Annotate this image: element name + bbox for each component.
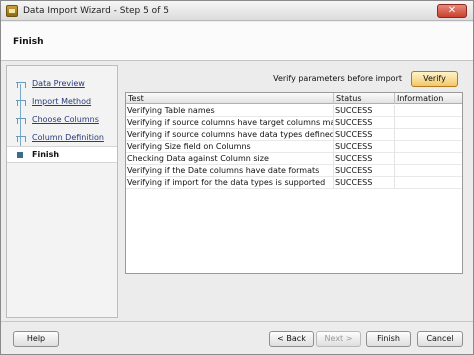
- column-header-test[interactable]: Test: [126, 93, 334, 104]
- table-header: Test Status Information: [126, 93, 462, 104]
- cell-status: SUCCESS: [334, 177, 395, 189]
- cell-status: SUCCESS: [334, 141, 395, 153]
- sidebar-item-import-method[interactable]: Import Method: [7, 86, 117, 112]
- table-row[interactable]: Verifying Size field on Columns SUCCESS: [126, 141, 462, 153]
- table-row[interactable]: Verifying Table names SUCCESS: [126, 105, 462, 117]
- column-header-information[interactable]: Information: [395, 93, 462, 104]
- verification-table: Test Status Information Verifying Table …: [125, 92, 463, 274]
- table-row[interactable]: Verifying if import for the data types i…: [126, 177, 462, 189]
- current-step-icon: [17, 152, 23, 158]
- title-bar[interactable]: Data Import Wizard - Step 5 of 5 ✕: [1, 1, 473, 21]
- window-title: Data Import Wizard - Step 5 of 5: [23, 6, 169, 16]
- cell-information: [395, 117, 462, 129]
- step-connector: [20, 122, 21, 146]
- sidebar-item-data-preview[interactable]: Data Preview: [7, 76, 117, 94]
- sidebar-item-label[interactable]: Data Preview: [32, 79, 85, 88]
- table-row[interactable]: Checking Data against Column size SUCCESS: [126, 153, 462, 165]
- cell-information: [395, 105, 462, 117]
- table-row[interactable]: Verifying if source columns have data ty…: [126, 129, 462, 141]
- cell-information: [395, 177, 462, 189]
- cell-test: Verifying Size field on Columns: [126, 141, 334, 153]
- cell-test: Verifying Table names: [126, 105, 334, 117]
- cancel-button[interactable]: Cancel: [417, 331, 463, 347]
- step-node-icon: [16, 136, 25, 140]
- database-app-icon: [6, 5, 18, 17]
- sidebar-item-choose-columns[interactable]: Choose Columns: [7, 104, 117, 130]
- verify-label: Verify parameters before import: [273, 74, 402, 83]
- close-button[interactable]: ✕: [437, 4, 467, 18]
- cell-status: SUCCESS: [334, 105, 395, 117]
- cell-status: SUCCESS: [334, 117, 395, 129]
- page-title: Finish: [13, 37, 44, 47]
- help-button[interactable]: Help: [13, 331, 59, 347]
- cell-test: Verifying if source columns have target …: [127, 117, 334, 129]
- cell-status: SUCCESS: [334, 129, 395, 141]
- wizard-header: Finish: [1, 22, 473, 61]
- footer-divider: [1, 321, 473, 322]
- sidebar-item-label: Finish: [32, 150, 60, 159]
- cell-test: Verifying if source columns have data ty…: [127, 129, 334, 141]
- verify-button[interactable]: Verify: [411, 71, 458, 87]
- column-header-status[interactable]: Status: [334, 93, 395, 104]
- table-row[interactable]: Verifying if source columns have target …: [126, 117, 462, 129]
- cell-information: [395, 153, 462, 165]
- cell-information: [395, 141, 462, 153]
- main-panel: Verify parameters before import Verify T…: [122, 65, 468, 318]
- finish-button[interactable]: Finish: [366, 331, 411, 347]
- sidebar-item-label[interactable]: Choose Columns: [32, 115, 99, 124]
- sidebar-item-label[interactable]: Column Definition: [32, 133, 104, 142]
- next-button: Next >: [316, 331, 361, 347]
- table-row[interactable]: Verifying if the Date columns have date …: [126, 165, 462, 177]
- cell-status: SUCCESS: [334, 165, 395, 177]
- cell-test: Checking Data against Column size: [126, 153, 334, 165]
- cell-status: SUCCESS: [334, 153, 395, 165]
- cell-information: [395, 129, 462, 141]
- cell-test: Verifying if import for the data types i…: [126, 177, 334, 189]
- sidebar-item-finish: Finish: [7, 146, 117, 163]
- cell-information: [395, 165, 462, 177]
- cell-test: Verifying if the Date columns have date …: [126, 165, 334, 177]
- back-button[interactable]: < Back: [269, 331, 314, 347]
- steps-sidebar: Data Preview Import Method Choose Column…: [6, 65, 118, 318]
- wizard-window: Data Import Wizard - Step 5 of 5 ✕ Finis…: [0, 0, 474, 355]
- sidebar-item-label[interactable]: Import Method: [32, 97, 91, 106]
- sidebar-item-column-definition[interactable]: Column Definition: [7, 122, 117, 146]
